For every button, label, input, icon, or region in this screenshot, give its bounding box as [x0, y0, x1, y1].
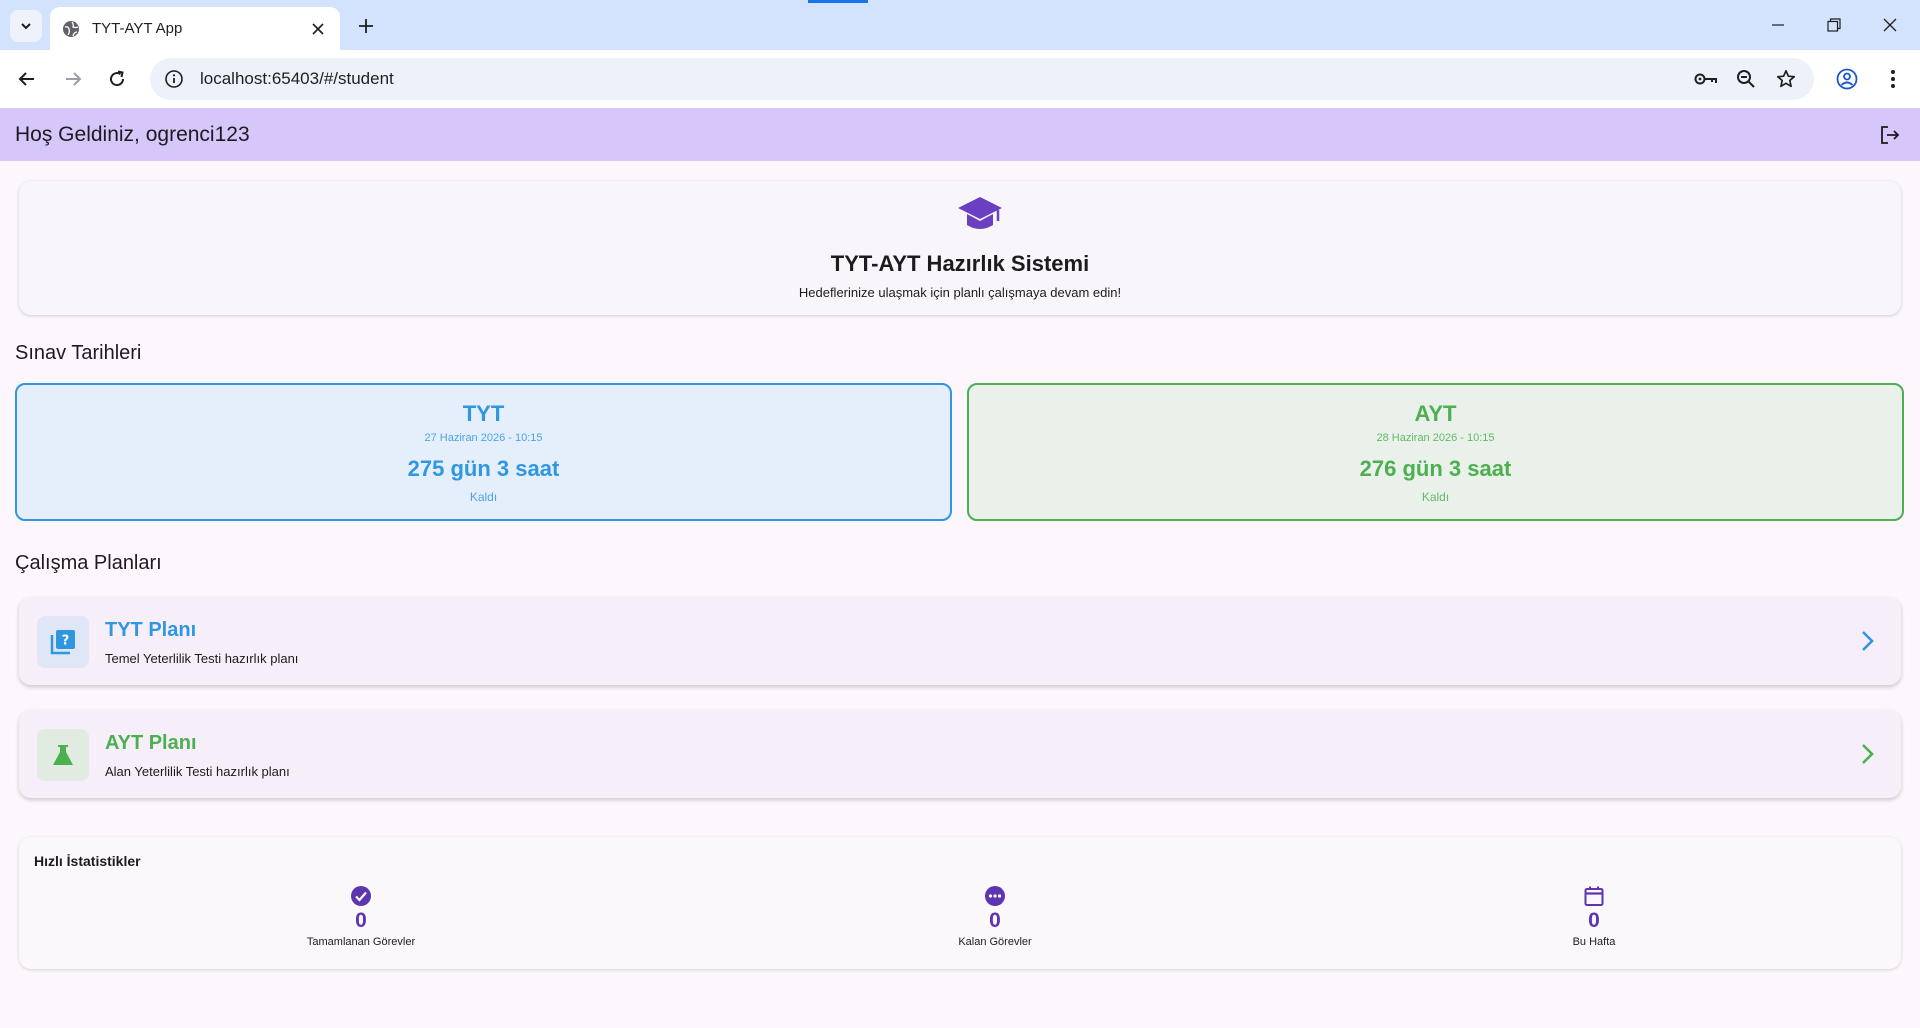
key-icon [1694, 73, 1717, 85]
exam-remaining: 276 gün 3 saat [1359, 456, 1512, 481]
study-plans-heading: Çalışma Planları [15, 552, 162, 574]
stat-label: Tamamlanan Görevler [306, 936, 416, 948]
close-window-button[interactable] [1862, 0, 1918, 50]
browser-tab[interactable]: TYT-AYT App [50, 7, 340, 50]
arrow-left-icon [18, 72, 34, 86]
chevron-right-icon [1862, 631, 1874, 651]
check-circle-icon [351, 886, 371, 906]
url-text[interactable]: localhost:65403/#/student [200, 69, 1686, 89]
exam-date: 28 Haziran 2026 - 10:15 [1376, 432, 1495, 444]
plan-title: AYT Planı [105, 732, 197, 754]
browser-toolbar: localhost:65403/#/student [0, 50, 1920, 108]
exam-left-label: Kaldı [1421, 490, 1450, 504]
plan-subtitle: Alan Yeterlilik Testi hazırlık planı [105, 764, 290, 779]
account-icon [1836, 68, 1858, 90]
forward-button[interactable] [56, 62, 90, 96]
tab-search-button[interactable] [10, 10, 42, 42]
minimize-icon [1772, 24, 1784, 26]
stat-value: 0 [1588, 909, 1600, 932]
graduation-cap-icon [958, 197, 1002, 229]
logout-icon [1881, 125, 1900, 144]
new-tab-button[interactable] [352, 12, 380, 40]
restore-icon [1827, 18, 1841, 32]
address-bar[interactable]: localhost:65403/#/student [150, 58, 1814, 100]
close-icon [1883, 18, 1897, 32]
stat-this-week: 0 Bu Hafta [1484, 885, 1704, 948]
tab-close-icon[interactable] [308, 19, 328, 39]
more-vert-icon [1891, 70, 1895, 88]
exam-left-label: Kaldı [469, 490, 498, 504]
stat-label: Bu Hafta [1572, 936, 1616, 948]
zoom-out-icon [1737, 70, 1755, 88]
stat-completed-tasks: 0 Tamamlanan Görevler [251, 885, 471, 948]
calendar-icon [1584, 886, 1604, 906]
flask-icon [37, 729, 89, 781]
welcome-card: TYT-AYT Hazırlık Sistemi Hedeflerinize u… [19, 181, 1901, 315]
chevron-right-icon [1862, 744, 1874, 764]
app-subtitle: Hedeflerinize ulaşmak için planlı çalışm… [798, 285, 1122, 300]
app-bar: Hoş Geldiniz, ogrenci123 [0, 108, 1920, 161]
stat-value: 0 [355, 909, 367, 932]
svg-text:?: ? [62, 634, 70, 649]
stats-heading: Hızlı İstatistikler [34, 853, 141, 869]
tyt-plan-card[interactable]: ? TYT Planı Temel Yeterlilik Testi hazır… [19, 597, 1901, 685]
loading-indicator [808, 0, 868, 3]
ayt-plan-card[interactable]: AYT Planı Alan Yeterlilik Testi hazırlık… [19, 710, 1901, 798]
greeting-text: Hoş Geldiniz, ogrenci123 [15, 122, 250, 146]
exam-dates-heading: Sınav Tarihleri [15, 342, 142, 364]
quiz-icon: ? [37, 616, 89, 668]
ayt-countdown-card: AYT 28 Haziran 2026 - 10:15 276 gün 3 sa… [967, 383, 1904, 521]
reload-icon [110, 70, 125, 87]
plus-icon [359, 19, 373, 33]
restore-button[interactable] [1806, 0, 1862, 50]
exam-remaining: 275 gün 3 saat [407, 456, 560, 481]
stat-value: 0 [989, 909, 1001, 932]
globe-icon [63, 20, 79, 37]
plan-subtitle: Temel Yeterlilik Testi hazırlık planı [105, 651, 299, 666]
info-icon[interactable] [164, 69, 184, 89]
password-key-button[interactable] [1686, 59, 1726, 99]
zoom-button[interactable] [1726, 59, 1766, 99]
tab-title: TYT-AYT App [92, 20, 183, 37]
quick-stats-card: Hızlı İstatistikler 0 Tamamlanan Görevle… [19, 837, 1901, 969]
stat-remaining-tasks: 0 Kalan Görevler [885, 885, 1105, 948]
bookmark-button[interactable] [1766, 59, 1806, 99]
exam-date: 27 Haziran 2026 - 10:15 [424, 432, 543, 444]
logout-button[interactable] [1875, 120, 1905, 150]
browser-menu-button[interactable] [1876, 62, 1910, 96]
chevron-down-icon [21, 23, 31, 30]
minimize-button[interactable] [1750, 0, 1806, 50]
exam-name: AYT [1414, 401, 1457, 426]
reload-button[interactable] [100, 62, 134, 96]
stat-label: Kalan Görevler [958, 936, 1032, 948]
exam-name: TYT [462, 401, 505, 426]
pending-icon [985, 886, 1005, 906]
browser-tabstrip: TYT-AYT App [0, 0, 1920, 50]
arrow-right-icon [66, 72, 82, 86]
profile-button[interactable] [1830, 62, 1864, 96]
plan-title: TYT Planı [105, 619, 197, 641]
app-title: TYT-AYT Hazırlık Sistemi [830, 251, 1090, 276]
back-button[interactable] [10, 62, 44, 96]
tyt-countdown-card: TYT 27 Haziran 2026 - 10:15 275 gün 3 sa… [15, 383, 952, 521]
star-icon [1776, 69, 1796, 88]
